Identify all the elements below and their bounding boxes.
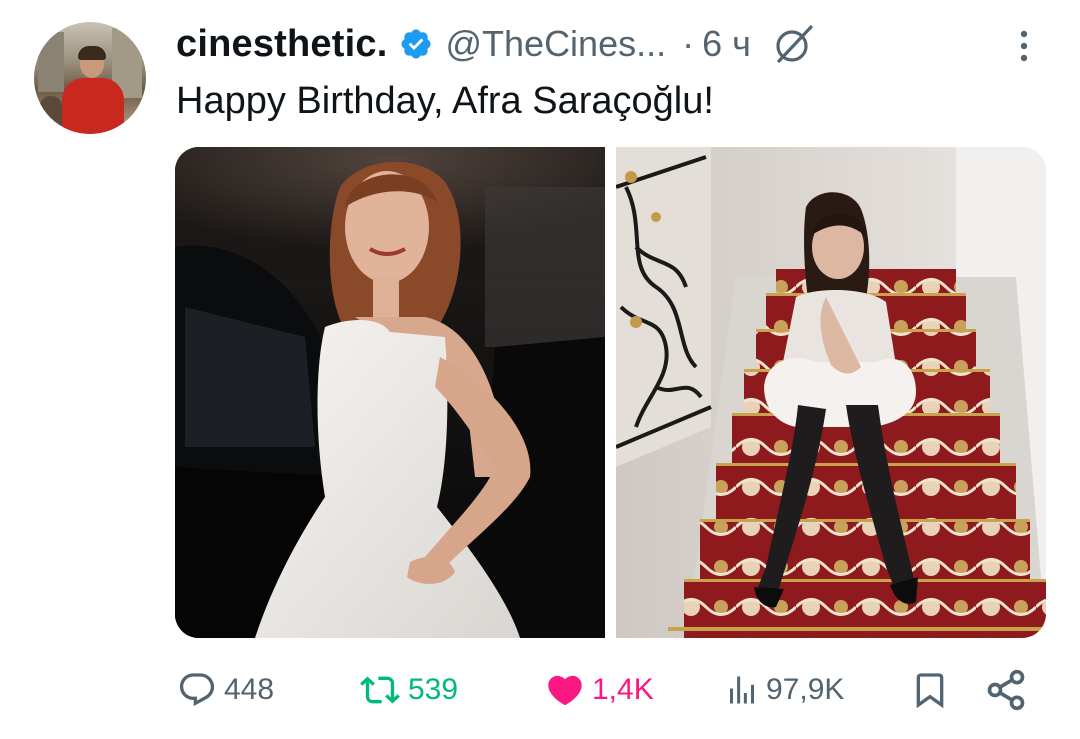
more-vertical-icon[interactable]: [1012, 26, 1036, 66]
photo-left[interactable]: [175, 147, 605, 638]
share-button[interactable]: [984, 660, 1028, 720]
avatar-person-hair: [78, 46, 106, 60]
retweet-count: 539: [408, 673, 459, 706]
views-button[interactable]: 97,9K: [724, 660, 844, 720]
reply-button[interactable]: 448: [176, 660, 274, 720]
avatar-person-body: [62, 78, 124, 134]
photo-right-image: [616, 147, 1046, 638]
share-icon: [987, 669, 1025, 711]
avatar-bg-building: [38, 32, 64, 92]
separator-dot: ·: [682, 23, 695, 64]
tweet-header: cinesthetic. @TheCines... · 6 ч: [176, 14, 817, 74]
views-count: 97,9K: [766, 673, 845, 706]
reply-count: 448: [224, 673, 275, 706]
reply-icon: [179, 673, 215, 707]
timestamp[interactable]: 6 ч: [702, 23, 751, 65]
verified-badge-icon[interactable]: [399, 27, 433, 61]
views-icon: [730, 676, 754, 704]
retweet-button[interactable]: 539: [358, 660, 458, 720]
photo-left-image: [175, 147, 605, 638]
media-grid: [175, 147, 1046, 638]
photo-right[interactable]: [616, 147, 1046, 638]
like-button[interactable]: 1,4K: [544, 660, 654, 720]
bookmark-button[interactable]: [910, 660, 950, 720]
handle[interactable]: @TheCines...: [445, 23, 666, 65]
display-name[interactable]: cinesthetic.: [176, 23, 387, 66]
like-count: 1,4K: [592, 673, 654, 706]
avatar-bg-person: [40, 96, 62, 134]
avatar[interactable]: [34, 22, 146, 134]
retweet-icon: [360, 676, 400, 704]
heart-icon: [548, 675, 582, 706]
bookmark-icon: [916, 673, 944, 709]
tweet-text: Happy Birthday, Afra Saraçoğlu!: [176, 80, 714, 122]
grok-icon[interactable]: [771, 21, 817, 67]
action-bar: 448 539 1,4K 97,9K: [176, 660, 1036, 720]
